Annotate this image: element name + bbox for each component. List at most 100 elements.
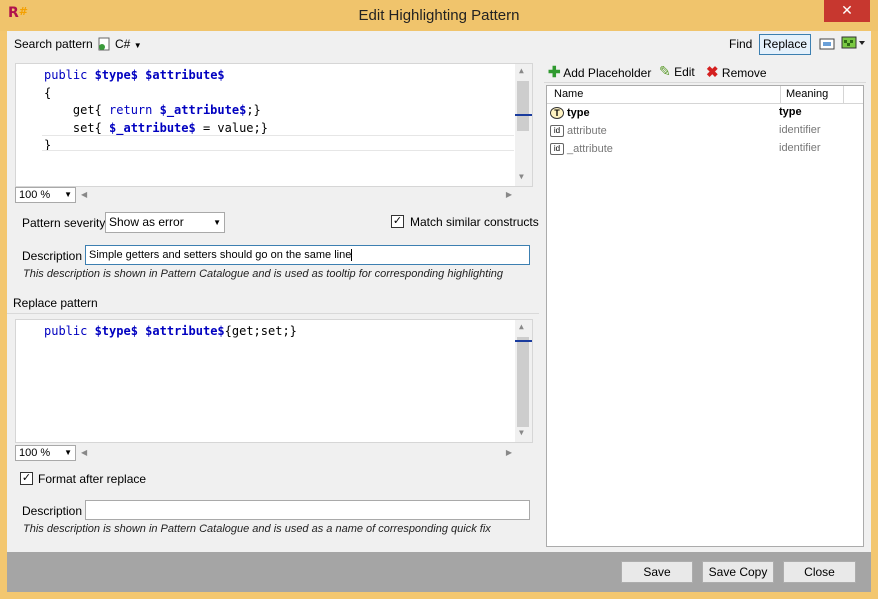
search-vertical-scrollbar[interactable]: ▲ ▼ xyxy=(515,64,532,186)
scroll-right-icon[interactable]: ▶ xyxy=(506,190,512,199)
replace-pattern-editor[interactable]: public $type$ $attribute${get;set;} ▲ ▼ xyxy=(15,319,533,443)
code-token: ;} xyxy=(246,103,261,117)
chevron-down-icon: ▼ xyxy=(133,41,142,50)
placeholder-row-underscore-attribute[interactable]: id _attribute identifier xyxy=(547,141,863,159)
scroll-marker xyxy=(515,340,532,342)
search-description-value: Simple getters and setters should go on … xyxy=(89,249,352,261)
identifier-placeholder-icon: id xyxy=(550,125,564,137)
replace-tab[interactable]: Replace xyxy=(759,34,811,55)
scroll-left-icon[interactable]: ◀ xyxy=(81,448,87,457)
remove-placeholder-label: Remove xyxy=(721,66,767,80)
window-title: Edit Highlighting Pattern xyxy=(358,7,520,24)
placeholder-token: $attribute$ xyxy=(145,324,225,338)
code-token: { xyxy=(44,85,52,100)
chevron-down-icon: ▼ xyxy=(64,190,72,199)
scroll-thumb[interactable] xyxy=(517,81,529,131)
placeholder-token: $type$ xyxy=(94,324,138,338)
placeholder-meaning: type xyxy=(779,106,802,118)
type-placeholder-icon: T xyxy=(550,107,564,119)
code-line[interactable]: { xyxy=(44,86,51,100)
replace-vertical-scrollbar[interactable]: ▲ ▼ xyxy=(515,320,532,442)
pencil-icon: ✎ xyxy=(659,63,671,79)
keyword-token: public xyxy=(44,324,95,338)
search-zoom-select[interactable]: 100 % ▼ xyxy=(15,187,76,203)
search-pattern-label: Search pattern xyxy=(14,37,93,51)
chevron-down-icon: ▼ xyxy=(64,448,72,457)
pattern-severity-select[interactable]: Show as error ▼ xyxy=(105,212,225,233)
scroll-right-icon[interactable]: ▶ xyxy=(506,448,512,457)
scroll-thumb[interactable] xyxy=(517,337,529,427)
column-header-meaning[interactable]: Meaning xyxy=(786,88,828,100)
format-after-replace-checkbox[interactable]: ✓ xyxy=(20,472,33,485)
code-line[interactable]: get{ return $_attribute$;} xyxy=(44,103,261,117)
code-token: set{ xyxy=(44,120,110,135)
remove-placeholder-button[interactable]: ✖ Remove xyxy=(706,63,767,81)
code-line[interactable]: set{ $_attribute$ = value;} xyxy=(44,121,268,135)
code-token: = value;} xyxy=(195,120,268,135)
save-button[interactable]: Save xyxy=(621,561,693,583)
placeholder-row-type[interactable]: T type type xyxy=(547,105,863,123)
placeholder-token: $_attribute$ xyxy=(159,103,247,117)
language-file-icon xyxy=(97,37,111,54)
placeholders-table-header: Name Meaning xyxy=(547,86,863,104)
options-icon[interactable] xyxy=(819,36,835,55)
close-window-button[interactable]: ✕ xyxy=(824,0,870,22)
placeholder-name: type xyxy=(567,107,590,119)
code-line[interactable]: public $type$ $attribute$ xyxy=(44,68,225,82)
placeholder-meaning: identifier xyxy=(779,124,821,136)
search-pattern-editor[interactable]: public $type$ $attribute$ { get{ return $… xyxy=(15,63,533,187)
placeholder-token: $attribute$ xyxy=(145,68,225,82)
replace-pattern-header: Replace pattern xyxy=(7,292,539,314)
identifier-placeholder-icon: id xyxy=(550,143,564,155)
replace-description-input[interactable] xyxy=(85,500,530,520)
replace-pattern-title: Replace pattern xyxy=(13,296,98,310)
keyword-token: public xyxy=(44,68,95,82)
scroll-up-icon[interactable]: ▲ xyxy=(519,322,524,331)
add-placeholder-label: Add Placeholder xyxy=(563,66,652,80)
edit-placeholder-button[interactable]: ✎ Edit xyxy=(659,63,695,80)
plus-icon: ✚ xyxy=(548,64,561,81)
title-bar: R# Edit Highlighting Pattern ✕ xyxy=(0,0,878,31)
search-horizontal-scrollbar[interactable]: ◀ ▶ xyxy=(77,187,516,203)
add-placeholder-button[interactable]: ✚ Add Placeholder xyxy=(548,63,651,81)
column-separator xyxy=(780,86,781,104)
text-caret xyxy=(351,249,356,261)
close-button[interactable]: Close xyxy=(783,561,856,583)
placeholder-name: attribute xyxy=(567,125,607,137)
match-similar-label: Match similar constructs xyxy=(410,215,539,229)
dialog-footer: Save Save Copy Close xyxy=(7,552,871,592)
replace-description-hint: This description is shown in Pattern Cat… xyxy=(23,523,491,535)
replace-zoom-value: 100 % xyxy=(19,447,51,459)
search-zoom-value: 100 % xyxy=(19,189,51,201)
scroll-left-icon[interactable]: ◀ xyxy=(81,190,87,199)
replace-zoom-select[interactable]: 100 % ▼ xyxy=(15,445,76,461)
scroll-down-icon[interactable]: ▼ xyxy=(519,428,524,437)
pattern-severity-value: Show as error xyxy=(109,215,184,229)
match-similar-checkbox[interactable]: ✓ xyxy=(391,215,404,228)
scroll-down-icon[interactable]: ▼ xyxy=(519,172,524,181)
scroll-marker xyxy=(515,114,532,116)
search-description-hint: This description is shown in Pattern Cat… xyxy=(23,268,504,280)
column-header-name[interactable]: Name xyxy=(554,88,583,100)
code-line[interactable]: public $type$ $attribute${get;set;} xyxy=(44,324,297,338)
search-description-label: Description xyxy=(22,249,83,263)
save-copy-button[interactable]: Save Copy xyxy=(702,561,774,583)
language-value: C# xyxy=(115,37,131,51)
placeholders-table: Name Meaning T type type id attribute id… xyxy=(546,85,864,547)
placeholder-meaning: identifier xyxy=(779,142,821,154)
keyword-token: return xyxy=(109,103,160,117)
placeholder-token: $type$ xyxy=(94,68,138,82)
scroll-up-icon[interactable]: ▲ xyxy=(519,66,524,75)
edit-placeholder-label: Edit xyxy=(674,65,695,79)
highlight-color-icon[interactable] xyxy=(841,36,865,53)
current-line-highlight xyxy=(42,135,514,151)
search-description-input[interactable]: Simple getters and setters should go on … xyxy=(85,245,530,265)
pattern-severity-label: Pattern severity xyxy=(22,216,106,230)
code-token: {get;set;} xyxy=(224,324,297,338)
dialog-body: Search pattern C# ▼ Find Replace public … xyxy=(7,31,871,592)
replace-horizontal-scrollbar[interactable]: ◀ ▶ xyxy=(77,445,516,461)
language-selector[interactable]: C# ▼ xyxy=(115,37,142,51)
find-tab[interactable]: Find xyxy=(729,37,752,51)
format-after-replace-label: Format after replace xyxy=(38,472,147,486)
placeholder-row-attribute[interactable]: id attribute identifier xyxy=(547,123,863,141)
